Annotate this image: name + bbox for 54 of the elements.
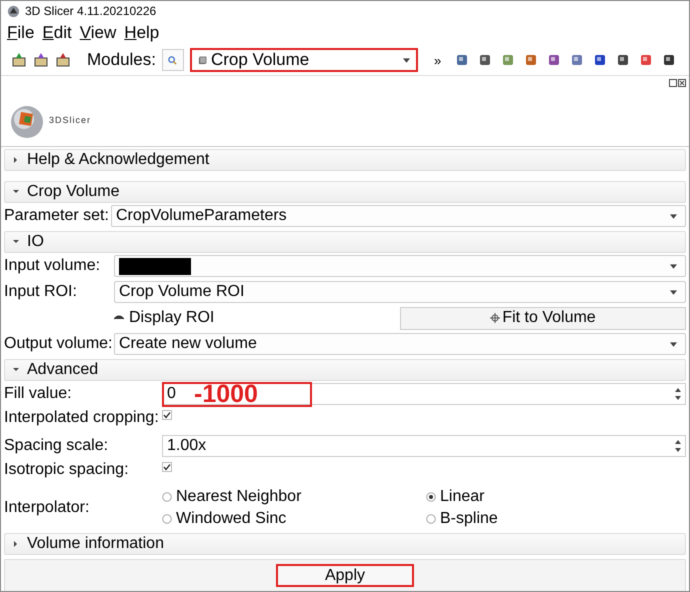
close-icon[interactable] [678,79,686,87]
logo-text: 3DSlicer [49,115,92,125]
search-icon [168,56,178,64]
menu-item[interactable]: Edit [42,23,72,43]
dropdown[interactable]: Crop Volume ROI [114,281,686,303]
window-title: 3D Slicer 4.11.20210226 [25,4,156,18]
checkbox[interactable] [162,462,172,472]
spin-arrows-icon[interactable] [675,439,681,453]
app-icon [7,4,20,18]
more-button[interactable]: » [434,52,442,68]
toolbar-icon[interactable] [11,52,27,68]
field-label: Output volume: [4,335,114,353]
display-roi-toggle[interactable]: Display ROI [114,309,214,327]
radio-option[interactable]: B-spline [426,510,498,528]
caret-icon [670,290,677,294]
section-header[interactable]: Help & Acknowledgement [4,149,686,171]
spin-box[interactable]: 1.00x [162,435,686,457]
section-header[interactable]: IO [4,231,686,253]
caret-icon [670,214,677,218]
dropdown[interactable]: Create new volume [114,333,686,355]
section-header[interactable]: Advanced [4,359,686,381]
search-button[interactable] [162,49,184,71]
field-label: Spacing scale: [4,437,110,455]
field-label: Interpolated cropping: [4,409,160,427]
section-header[interactable]: Crop Volume [4,181,686,203]
dropdown[interactable] [114,255,686,277]
field-label: Isotropic spacing: [4,461,130,479]
apply-button[interactable]: Apply [276,564,414,587]
radio-option[interactable]: Windowed Sinc [162,510,426,528]
field-label: Interpolator: [4,499,90,517]
fit-to-volume-button[interactable]: Fit to Volume [400,306,686,330]
caret-icon [670,264,677,268]
module-selector[interactable]: Crop Volume [190,48,418,72]
dropdown[interactable]: CropVolumeParameters [110,205,686,227]
section-header[interactable]: Volume information [4,533,686,555]
cube-icon [198,56,207,64]
spin-arrows-icon[interactable] [675,387,681,401]
menu-item[interactable]: View [80,23,116,43]
field-label: Fill value: [4,385,73,403]
toolbar-icon[interactable] [33,52,49,68]
menu-item[interactable]: Help [124,23,160,43]
field-label: Parameter set: [4,207,109,225]
caret-icon [670,342,677,346]
field-label: Input ROI: [4,283,78,301]
modules-label: Modules: [87,50,156,70]
checkbox[interactable] [162,410,172,420]
radio-option[interactable]: Linear [426,488,498,506]
menu-item[interactable]: File [7,23,34,43]
crosshair-icon [490,313,500,323]
radio-option[interactable]: Nearest Neighbor [162,488,426,506]
field-label: Input volume: [4,257,102,275]
caret-icon [402,58,410,62]
toolbar-icon[interactable] [55,52,71,68]
float-icon[interactable] [669,79,677,87]
